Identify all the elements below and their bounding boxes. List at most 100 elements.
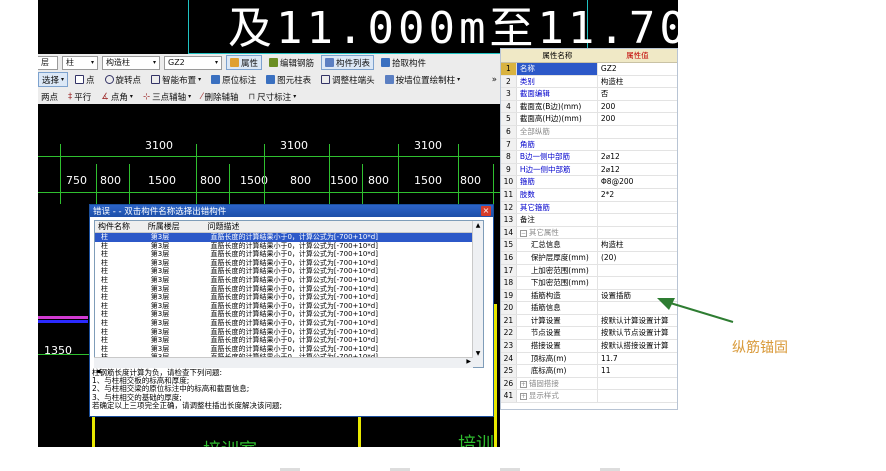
property-value[interactable]: 11.7	[598, 353, 677, 365]
scroll-up-icon[interactable]: ▲	[473, 221, 483, 231]
property-value[interactable]: GZ2	[598, 63, 677, 75]
error-row[interactable]: 柱 第3层 直筋长度的计算结果小于0，计算公式为[-700+10*d]	[95, 319, 483, 328]
property-value[interactable]	[598, 139, 677, 151]
property-value[interactable]	[598, 277, 677, 289]
property-row[interactable]: 3 截面编辑 否	[501, 88, 677, 101]
error-table[interactable]: 构件名称 所属楼层 问题描述 柱第3层 直筋长度的计算结果小于0，计算公式为[-7…	[94, 220, 484, 368]
property-value[interactable]: 构造柱	[598, 239, 677, 251]
property-row[interactable]: 2 类别 构造柱	[501, 75, 677, 89]
toolbar-overflow-button[interactable]: »	[489, 72, 500, 87]
error-row[interactable]: 柱 第3层 直筋长度的计算结果小于0，计算公式为[-700+10*d]	[95, 250, 483, 259]
property-value[interactable]: 200	[598, 101, 677, 113]
property-row[interactable]: 9 H边一侧中部筋 2⌀12	[501, 163, 677, 177]
point-angle-button[interactable]: ∡ 点角 ▾	[98, 89, 136, 104]
property-row[interactable]: 14− 其它属性	[501, 226, 677, 240]
property-row[interactable]: 15 汇总信息 构造柱	[501, 239, 677, 252]
expand-icon[interactable]: +	[519, 380, 527, 388]
property-row[interactable]: 41 + 显示样式	[501, 390, 677, 404]
three-point-aux-button[interactable]: ⊹ 三点辅轴 ▾	[140, 89, 194, 104]
property-value[interactable]	[598, 202, 677, 214]
property-value[interactable]	[598, 378, 677, 390]
point-button[interactable]: 点	[72, 72, 98, 87]
property-row[interactable]: 19 插筋构造 设置插筋	[501, 289, 677, 303]
component-name-combo[interactable]: GZ2 ▾	[164, 55, 222, 70]
error-row[interactable]: 柱 第3层 直筋长度的计算结果小于0，计算公式为[-700+10*d]	[95, 242, 483, 251]
property-value[interactable]: 2⌀12	[598, 151, 677, 163]
property-row[interactable]: 13 备注	[501, 214, 677, 227]
property-value[interactable]	[598, 126, 677, 138]
property-value[interactable]: 2⌀12	[598, 164, 677, 176]
property-value[interactable]: 构造柱	[598, 76, 677, 88]
error-row[interactable]: 柱 第3层 直筋长度的计算结果小于0，计算公式为[-700+10*d]	[95, 259, 483, 268]
smart-layout-button[interactable]: 智能布置 ▾	[148, 72, 204, 87]
property-row[interactable]: 12 其它箍筋	[501, 201, 677, 215]
property-row[interactable]: 8 B边一侧中部筋 2⌀12	[501, 151, 677, 164]
type-combo[interactable]: 柱 ▾	[62, 55, 98, 70]
draw-by-wall-button[interactable]: 按墙位置绘制柱 ▾	[382, 72, 464, 87]
property-row[interactable]: 25 底标高(m) 11	[501, 365, 677, 378]
property-row[interactable]: 10 箍筋 Φ8@200	[501, 176, 677, 189]
edit-rebar-button[interactable]: 编辑钢筋	[266, 55, 317, 70]
attribute-button[interactable]: 属性	[226, 55, 263, 70]
property-row[interactable]: 20 插筋信息	[501, 302, 677, 315]
col-description[interactable]: 问题描述	[204, 221, 483, 232]
property-row[interactable]: 26 + 锚固搭接	[501, 377, 677, 391]
subtype-combo[interactable]: 构造柱 ▾	[102, 55, 160, 70]
property-row[interactable]: 16 保护层厚度(mm) (20)	[501, 251, 677, 265]
col-component-name[interactable]: 构件名称	[95, 221, 145, 232]
error-row[interactable]: 柱 第3层 直筋长度的计算结果小于0，计算公式为[-700+10*d]	[95, 267, 483, 276]
scroll-right-icon[interactable]: ▶	[466, 358, 471, 365]
error-row[interactable]: 柱 第3层 直筋长度的计算结果小于0，计算公式为[-700+10*d]	[95, 285, 483, 294]
select-button[interactable]: 选择 ▾	[38, 72, 69, 87]
adjust-end-button[interactable]: 调整柱端头	[318, 72, 378, 87]
scroll-down-icon[interactable]: ▼	[473, 350, 483, 357]
property-row[interactable]: 21 计算设置 按默认计算设置计算	[501, 314, 677, 328]
component-list-button[interactable]: 构件列表	[321, 55, 375, 70]
horizontal-scrollbar[interactable]: ◀ ▶	[94, 357, 473, 375]
property-row[interactable]: 1 名称 GZ2	[501, 63, 677, 76]
error-row[interactable]: 柱 第3层 直筋长度的计算结果小于0，计算公式为[-700+10*d]	[95, 276, 483, 285]
column-table-button[interactable]: 图元柱表	[263, 72, 314, 87]
error-row[interactable]: 柱 第3层 直筋长度的计算结果小于0，计算公式为[-700+10*d]	[95, 345, 483, 354]
property-value[interactable]	[598, 265, 677, 277]
close-icon[interactable]: ×	[481, 206, 491, 216]
error-row[interactable]: 柱 第3层 直筋长度的计算结果小于0，计算公式为[-700+10*d]	[95, 302, 483, 311]
property-value[interactable]: 按默认搭接设置计算	[598, 340, 677, 352]
property-value[interactable]: Φ8@200	[598, 176, 677, 188]
expand-icon[interactable]: +	[519, 393, 527, 401]
error-row[interactable]: 柱 第3层 直筋长度的计算结果小于0，计算公式为[-700+10*d]	[95, 233, 483, 242]
property-row[interactable]: 4 截面宽(B边)(mm) 200	[501, 100, 677, 114]
cad-canvas-top[interactable]: 及11.000m至11.700m	[38, 0, 678, 54]
property-value[interactable]	[598, 214, 677, 226]
two-points-button[interactable]: 两点	[38, 89, 61, 104]
error-dialog[interactable]: 错误 - - 双击构件名称选择出错构件 × 构件名称 所属楼层 问题描述 柱第3…	[89, 204, 494, 417]
property-value[interactable]: (20)	[598, 252, 677, 264]
error-row[interactable]: 柱 第3层 直筋长度的计算结果小于0，计算公式为[-700+10*d]	[95, 310, 483, 319]
property-value[interactable]: 200	[598, 113, 677, 125]
property-row[interactable]: 24 顶标高(m) 11.7	[501, 352, 677, 366]
property-row[interactable]: 7 角筋	[501, 138, 677, 152]
dimension-button[interactable]: ⊓ 尺寸标注 ▾	[246, 89, 300, 104]
property-value[interactable]	[598, 390, 677, 402]
floor-combo[interactable]: 层	[38, 55, 58, 70]
vertical-scrollbar[interactable]: ▲ ▼	[472, 221, 483, 367]
property-value[interactable]: 否	[598, 88, 677, 100]
property-row[interactable]: 18 下加密范围(mm)	[501, 277, 677, 290]
parallel-button[interactable]: ‡ 平行	[65, 89, 94, 104]
origin-mark-button[interactable]: 原位标注	[208, 72, 259, 87]
property-value[interactable]	[598, 227, 677, 239]
collapse-icon[interactable]: −	[519, 229, 527, 237]
error-dialog-title[interactable]: 错误 - - 双击构件名称选择出错构件	[90, 205, 493, 217]
error-row[interactable]: 柱 第3层 直筋长度的计算结果小于0，计算公式为[-700+10*d]	[95, 328, 483, 337]
property-row[interactable]: 17 上加密范围(mm)	[501, 264, 677, 278]
property-row[interactable]: 23 搭接设置 按默认搭接设置计算	[501, 340, 677, 353]
pick-component-button[interactable]: 拾取构件	[378, 55, 429, 70]
error-row[interactable]: 柱 第3层 直筋长度的计算结果小于0，计算公式为[-700+10*d]	[95, 293, 483, 302]
error-row[interactable]: 柱 第3层 直筋长度的计算结果小于0，计算公式为[-700+10*d]	[95, 336, 483, 345]
property-row[interactable]: 22 节点设置 按默认节点设置计算	[501, 327, 677, 341]
property-row[interactable]: 5 截面高(H边)(mm) 200	[501, 113, 677, 126]
delete-aux-button[interactable]: ⁄ 删除辅轴	[198, 89, 241, 104]
property-panel[interactable]: 属性名称 属性值 1 名称 GZ2 2 类别 构造柱 3 截面编辑否 4 截面宽(B边)(mm) 2…	[500, 48, 678, 410]
property-value[interactable]: 2*2	[598, 189, 677, 201]
property-row[interactable]: 6 全部纵筋	[501, 125, 677, 139]
